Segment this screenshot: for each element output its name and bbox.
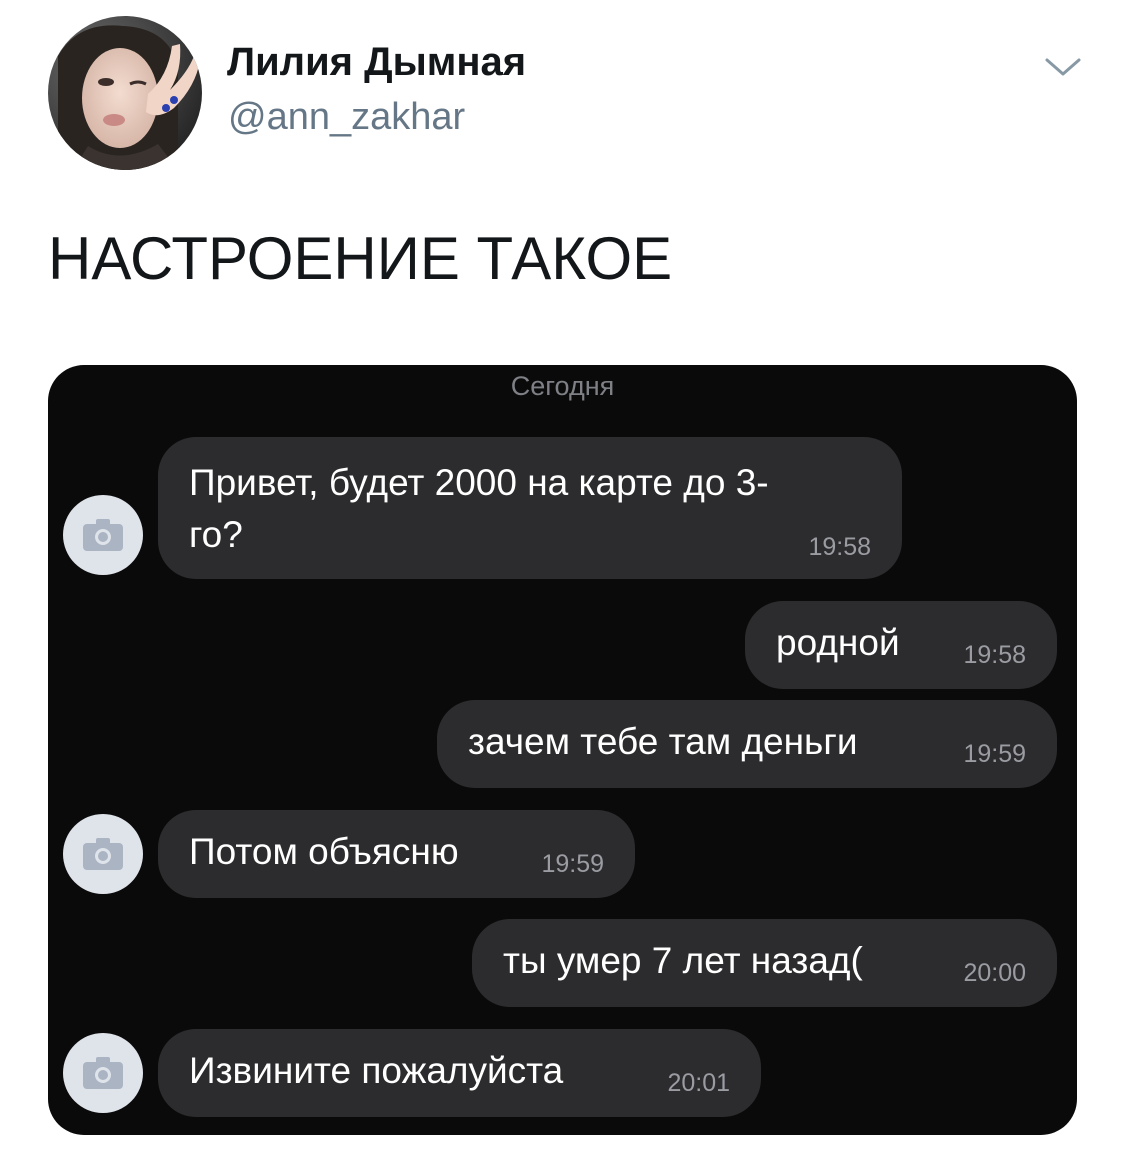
message-text: родной (776, 622, 900, 663)
chevron-down-icon[interactable] (1043, 52, 1083, 82)
tweet-text: НАСТРОЕНИЕ ТАКОЕ (48, 225, 673, 292)
profile-photo (48, 16, 202, 170)
camera-icon (83, 838, 123, 870)
contact-avatar[interactable] (63, 814, 143, 894)
camera-icon (83, 519, 123, 551)
message-text: ты умер 7 лет назад( (503, 940, 863, 981)
message-bubble-incoming[interactable]: Потом объясню 19:59 (158, 810, 635, 898)
message-text: зачем тебе там деньги (468, 721, 858, 762)
message-text: Извините пожалуйста (189, 1050, 564, 1091)
message-text: Привет, будет 2000 на карте до 3- (189, 462, 769, 503)
message-text: Потом объясню (189, 831, 459, 872)
message-time: 19:59 (963, 740, 1026, 768)
avatar[interactable] (48, 16, 202, 170)
message-time: 19:58 (808, 533, 871, 561)
message-time: 19:59 (541, 850, 604, 878)
contact-avatar[interactable] (63, 495, 143, 575)
message-bubble-incoming[interactable]: Привет, будет 2000 на карте до 3- го? 19… (158, 437, 902, 579)
message-time: 20:00 (963, 959, 1026, 987)
message-text: го? (189, 514, 243, 555)
message-bubble-incoming[interactable]: Извините пожалуйста 20:01 (158, 1029, 761, 1117)
display-name[interactable]: Лилия Дымная (227, 40, 526, 85)
date-separator: Сегодня (510, 371, 615, 401)
message-bubble-outgoing[interactable]: ты умер 7 лет назад( 20:00 (472, 919, 1057, 1007)
message-time: 19:58 (963, 641, 1026, 669)
camera-icon (83, 1057, 123, 1089)
message-time: 20:01 (667, 1069, 730, 1097)
message-bubble-outgoing[interactable]: родной 19:58 (745, 601, 1057, 689)
username-handle[interactable]: @ann_zakhar (228, 96, 465, 139)
chat-screenshot: Сегодня Привет, будет 2000 на карте до 3… (48, 365, 1077, 1135)
message-bubble-outgoing[interactable]: зачем тебе там деньги 19:59 (437, 700, 1057, 788)
contact-avatar[interactable] (63, 1033, 143, 1113)
